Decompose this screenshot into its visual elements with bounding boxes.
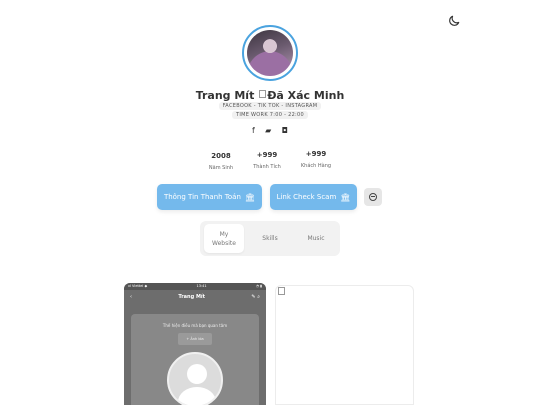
bank-icon: 🏛 xyxy=(244,192,256,202)
verified-badge-icon xyxy=(259,90,267,98)
phone-nav-bar: ‹ Trang Mít ✎ ⌕ xyxy=(124,290,266,304)
tab-my-website[interactable]: My Website xyxy=(204,224,244,253)
payment-info-label: Thông Tin Thanh Toán xyxy=(163,193,241,201)
chat-icon[interactable]: ▰ xyxy=(265,126,271,135)
website-preview-frame[interactable] xyxy=(275,285,414,405)
scam-check-label: Link Check Scam xyxy=(276,193,337,201)
facebook-icon[interactable]: f xyxy=(252,126,255,135)
github-icon[interactable]: ◘ xyxy=(282,126,288,135)
stat-customers: +999 Khách Hàng xyxy=(291,150,341,169)
phone-cover-note: Thế hiện điều mà bạn quan tâm xyxy=(162,323,228,328)
broken-image-icon xyxy=(278,287,285,295)
phone-carrier: ııl Viettel ◆ xyxy=(128,284,148,288)
search-icon: ⌕ xyxy=(257,294,260,300)
tab-label: Skills xyxy=(262,235,278,242)
user-head-icon xyxy=(187,364,207,384)
stat-value: 2008 xyxy=(211,152,231,160)
stat-value: +999 xyxy=(305,150,327,158)
phone-nav-actions: ✎ ⌕ xyxy=(251,294,260,300)
phone-avatar-placeholder xyxy=(167,352,223,405)
tab-label: My Website xyxy=(212,230,236,247)
stat-birth-year: 2008 Năm Sinh xyxy=(196,152,246,171)
profile-name-row: Trang Mít Đã Xác Minh xyxy=(0,89,540,102)
avatar xyxy=(247,30,293,76)
back-icon: ‹ xyxy=(130,294,132,300)
profile-name: Trang Mít xyxy=(195,89,255,102)
bank-icon: 🏛 xyxy=(340,192,351,202)
tagline-text: FACEBOOK - TIK TOK - INSTAGRAM xyxy=(218,102,322,110)
stat-label: Thành Tích xyxy=(253,164,281,170)
tab-label: Music xyxy=(307,235,325,242)
verified-alt-text: Đã Xác Minh xyxy=(267,89,345,102)
tab-skills[interactable]: Skills xyxy=(250,224,290,253)
edit-icon: ✎ xyxy=(251,294,256,300)
work-time: TIME WORK 7:00 - 22:00 xyxy=(0,111,540,119)
moon-icon[interactable] xyxy=(447,14,461,28)
payment-info-button[interactable]: Thông Tin Thanh Toán 🏛 xyxy=(157,184,262,210)
avatar-ring xyxy=(242,25,298,81)
stat-achievements: +999 Thành Tích xyxy=(242,151,292,170)
phone-cover-card: Thế hiện điều mà bạn quan tâm + Ảnh bìa xyxy=(131,314,259,405)
scam-check-button[interactable]: Link Check Scam 🏛 xyxy=(270,184,357,210)
phone-title: Trang Mít xyxy=(178,294,206,300)
stat-value: +999 xyxy=(256,151,278,159)
phone-status-bar: ııl Viettel ◆ 13:41 ◔ ▮ xyxy=(124,283,266,290)
social-links: f ▰ ◘ xyxy=(252,126,288,135)
stat-label: Khách Hàng xyxy=(300,163,332,169)
phone-time: 13:41 xyxy=(196,284,207,288)
tab-music[interactable]: Music xyxy=(296,224,336,253)
content-tabs: My Website Skills Music xyxy=(200,221,340,256)
add-cover-photo-button: + Ảnh bìa xyxy=(178,333,212,345)
phone-preview[interactable]: ııl Viettel ◆ 13:41 ◔ ▮ ‹ Trang Mít ✎ ⌕ … xyxy=(124,283,266,405)
work-time-text: TIME WORK 7:00 - 22:00 xyxy=(231,111,309,119)
extra-action-button[interactable] xyxy=(364,188,382,206)
phone-battery-icon: ◔ ▮ xyxy=(255,284,262,288)
user-body-icon xyxy=(178,387,216,405)
minus-circle-icon xyxy=(369,193,377,201)
tagline: FACEBOOK - TIK TOK - INSTAGRAM xyxy=(0,102,540,110)
stat-label: Năm Sinh xyxy=(208,165,234,171)
